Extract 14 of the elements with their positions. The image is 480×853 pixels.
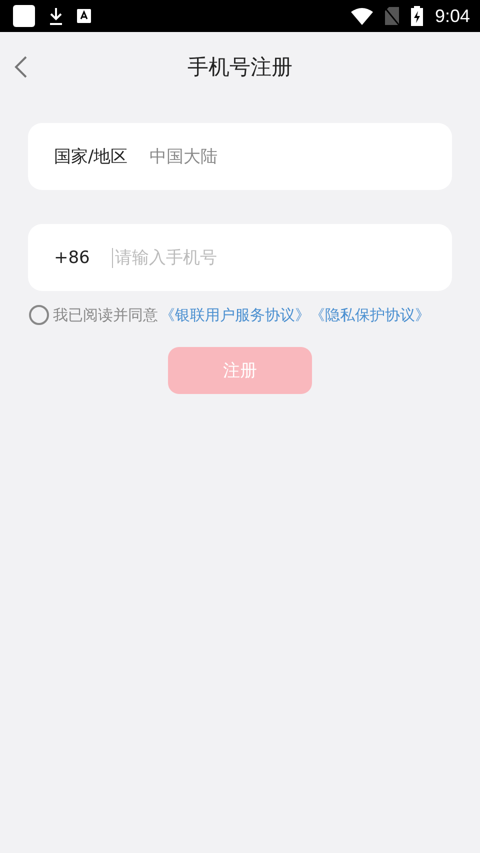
agreement-link[interactable]: 《隐私保护协议》 <box>310 306 430 324</box>
download-icon <box>49 7 63 25</box>
keyboard-icon <box>77 9 91 23</box>
region-selector[interactable]: 国家/地区 中国大陆 <box>28 123 452 190</box>
clock-time: 9:04 <box>434 6 470 26</box>
wifi-icon <box>350 8 373 24</box>
country-code: +86 <box>54 248 90 268</box>
no-sim-icon <box>384 7 399 25</box>
agree-checkbox[interactable] <box>29 305 49 325</box>
agreement-text: 我已阅读并同意 <box>53 306 158 324</box>
battery-icon <box>410 6 423 26</box>
page-title: 手机号注册 <box>188 54 292 81</box>
agreement-link[interactable]: 《银联用户服务协议》 <box>160 306 310 324</box>
phone-field[interactable]: 请输入手机号 <box>112 248 426 268</box>
